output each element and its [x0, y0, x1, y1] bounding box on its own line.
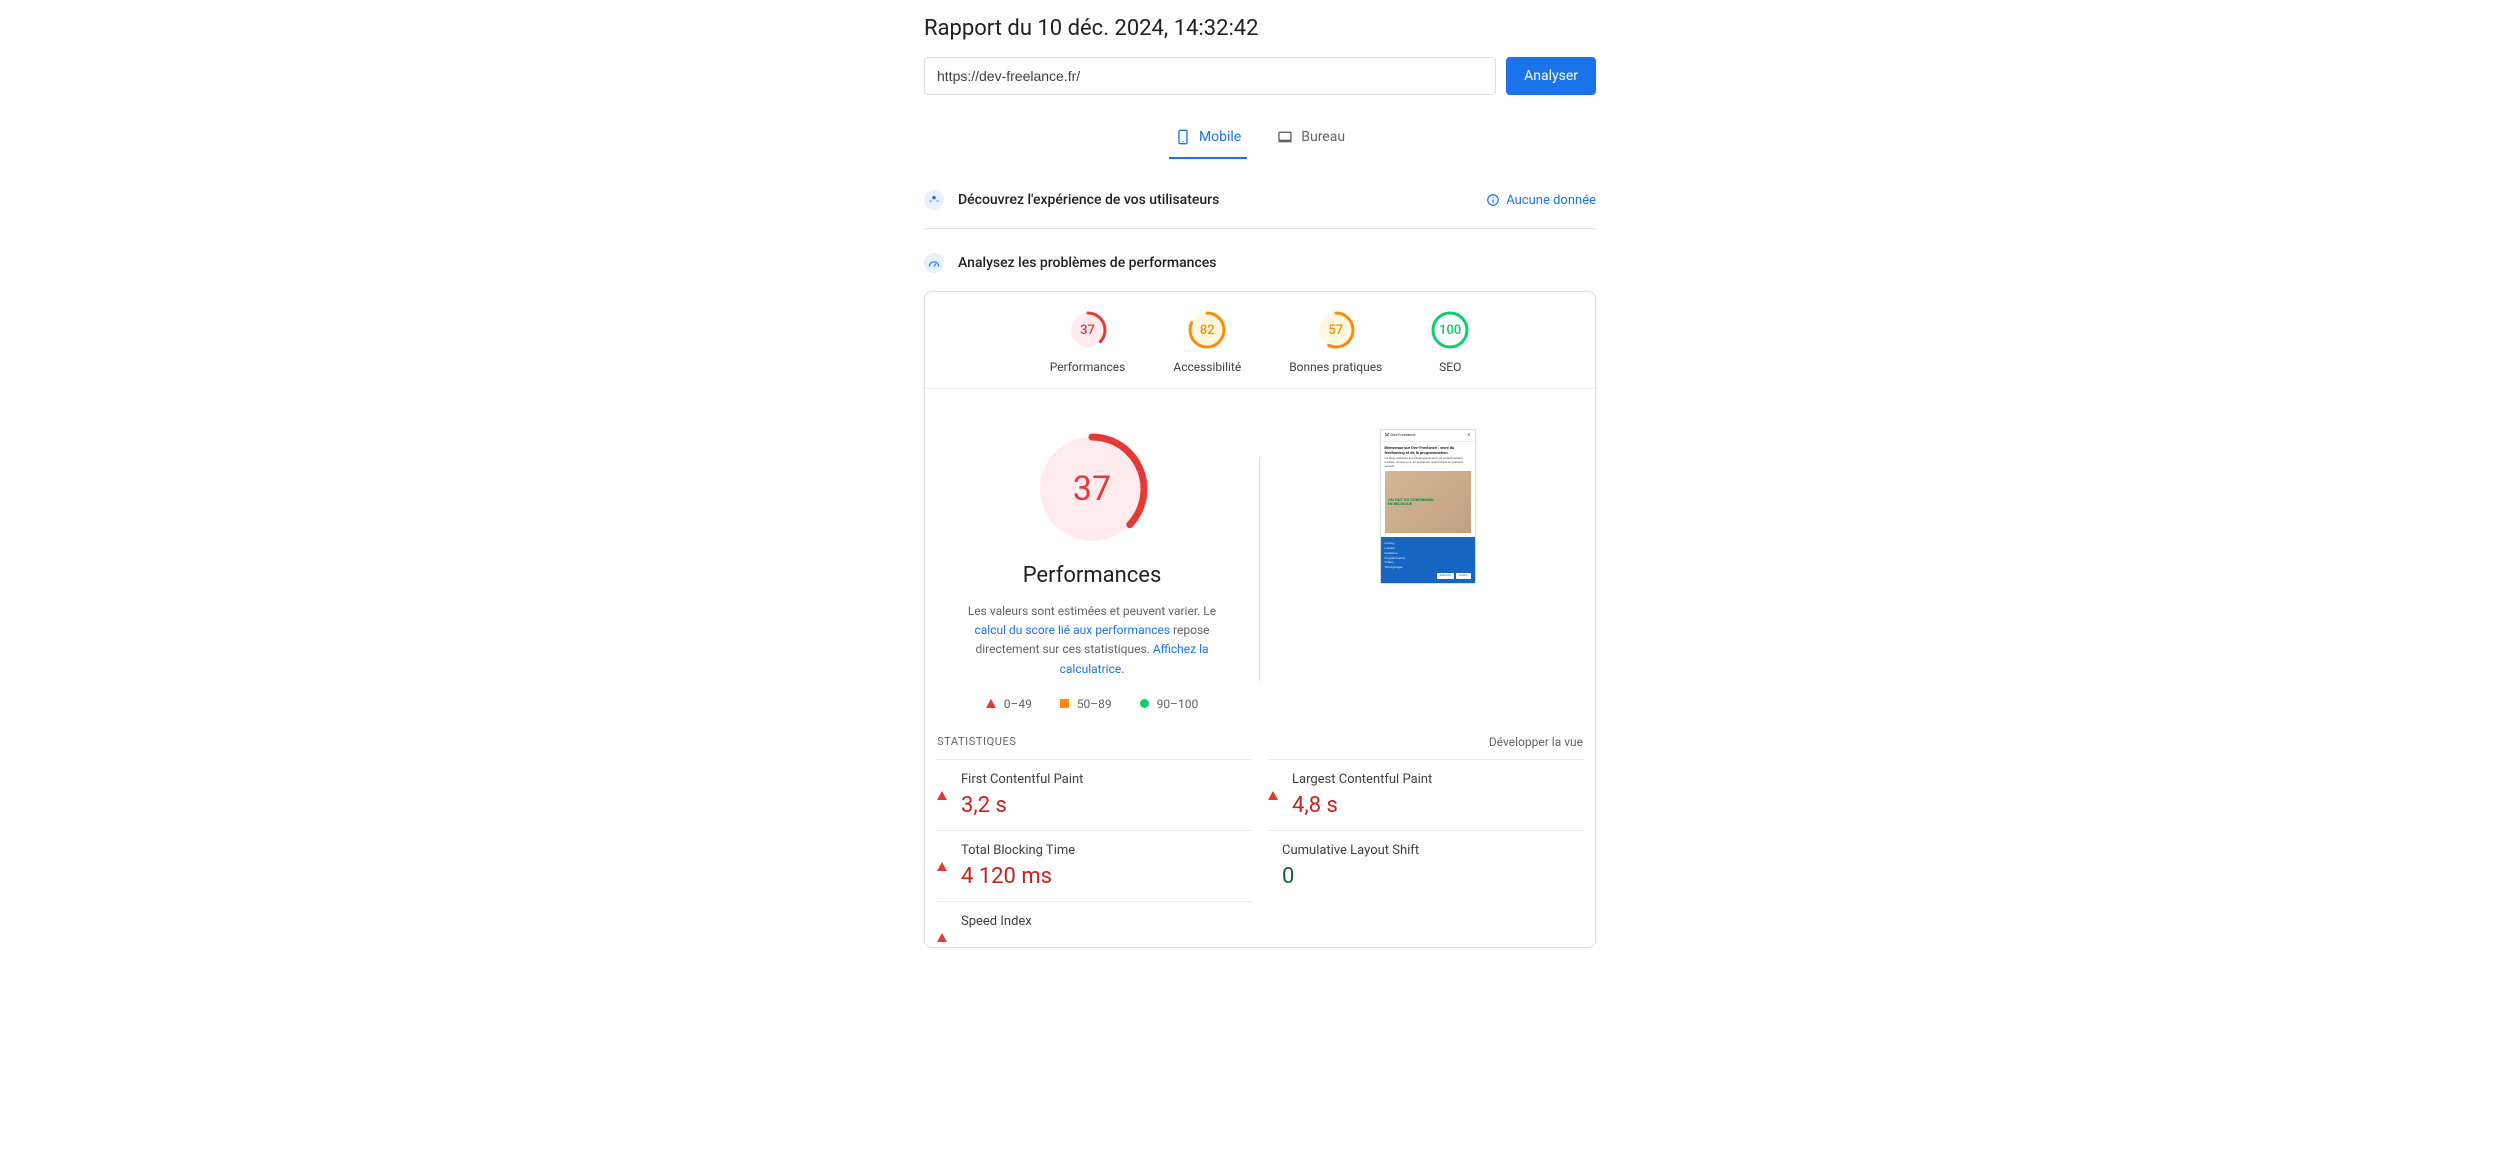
- info-icon: [1486, 193, 1500, 207]
- smartphone-icon: [1175, 129, 1191, 145]
- big-gauge: 37: [1032, 429, 1152, 549]
- triangle-icon: [937, 775, 947, 791]
- triangle-icon: [937, 846, 947, 862]
- tab-desktop-label: Bureau: [1301, 129, 1345, 145]
- metric-row: Cumulative Layout Shift 0: [1268, 830, 1583, 901]
- tab-desktop[interactable]: Bureau: [1271, 119, 1351, 159]
- metric-value: 0: [1282, 864, 1419, 889]
- metric-name: Speed Index: [961, 914, 1032, 929]
- metric-value: 4 120 ms: [961, 864, 1075, 889]
- metric-value: 4,8 s: [1292, 793, 1432, 818]
- gauge-best-practices-label: Bonnes pratiques: [1289, 360, 1382, 374]
- gauge-best-practices[interactable]: 57 Bonnes pratiques: [1289, 310, 1382, 374]
- section-users-title: Découvrez l'expérience de vos utilisateu…: [958, 192, 1219, 208]
- stats-title: STATISTIQUES: [937, 735, 1016, 748]
- gauge-accessibility[interactable]: 82 Accessibilité: [1173, 310, 1241, 374]
- section-perf: Analysez les problèmes de performances: [924, 247, 1596, 291]
- page-thumbnail: 🐼 Dev-Freelance✕ Bienvenue sur Dev-Freel…: [1380, 429, 1476, 584]
- device-tabs: Mobile Bureau: [924, 119, 1596, 160]
- circle-icon: [1140, 699, 1149, 708]
- metric-row: Speed Index: [937, 901, 1252, 947]
- metric-row: Total Blocking Time 4 120 ms: [937, 830, 1252, 901]
- metric-name: Cumulative Layout Shift: [1282, 843, 1419, 858]
- metric-row: Largest Contentful Paint 4,8 s: [1268, 759, 1583, 830]
- users-icon: [924, 190, 944, 210]
- gauge-seo[interactable]: 100 SEO: [1430, 310, 1470, 374]
- tab-mobile[interactable]: Mobile: [1169, 119, 1247, 159]
- gauge-performance-label: Performances: [1050, 360, 1126, 374]
- metric-name: Largest Contentful Paint: [1292, 772, 1432, 787]
- gauge-accessibility-label: Accessibilité: [1173, 360, 1241, 374]
- url-input[interactable]: [924, 57, 1496, 95]
- square-icon: [1060, 699, 1069, 708]
- section-users: Découvrez l'expérience de vos utilisateu…: [924, 184, 1596, 228]
- desktop-icon: [1277, 129, 1293, 145]
- triangle-icon: [986, 699, 996, 708]
- analyze-button[interactable]: Analyser: [1506, 57, 1596, 95]
- triangle-icon: [1268, 775, 1278, 791]
- big-gauge-title: Performances: [1023, 563, 1162, 588]
- section-perf-title: Analysez les problèmes de performances: [958, 255, 1216, 271]
- metric-value: 3,2 s: [961, 793, 1083, 818]
- link-score-calc[interactable]: calcul du score lié aux performances: [974, 623, 1170, 637]
- tab-mobile-label: Mobile: [1199, 129, 1241, 145]
- perf-description: Les valeurs sont estimées et peuvent var…: [955, 602, 1229, 679]
- gauge-accessibility-value: 82: [1187, 310, 1227, 350]
- gauge-seo-value: 100: [1430, 310, 1470, 350]
- expand-view[interactable]: Développer la vue: [1489, 735, 1583, 749]
- gauge-icon: [924, 253, 944, 273]
- divider: [924, 228, 1596, 229]
- legend: 0–49 50–89 90–100: [986, 697, 1199, 711]
- gauge-seo-label: SEO: [1439, 360, 1461, 374]
- metric-row: First Contentful Paint 3,2 s: [937, 759, 1252, 830]
- gauge-best-practices-value: 57: [1316, 310, 1356, 350]
- report-title: Rapport du 10 déc. 2024, 14:32:42: [924, 16, 1596, 41]
- lighthouse-card: 37 Performances 82 Accessibilité 57 Bonn…: [924, 291, 1596, 948]
- triangle-icon: [937, 917, 947, 933]
- no-data-link[interactable]: Aucune donnée: [1486, 193, 1596, 208]
- no-data-label: Aucune donnée: [1506, 193, 1596, 208]
- gauge-performance-value: 37: [1068, 310, 1108, 350]
- gauge-performance[interactable]: 37 Performances: [1050, 310, 1126, 374]
- big-gauge-value: 37: [1032, 429, 1152, 549]
- metric-name: First Contentful Paint: [961, 772, 1083, 787]
- metric-name: Total Blocking Time: [961, 843, 1075, 858]
